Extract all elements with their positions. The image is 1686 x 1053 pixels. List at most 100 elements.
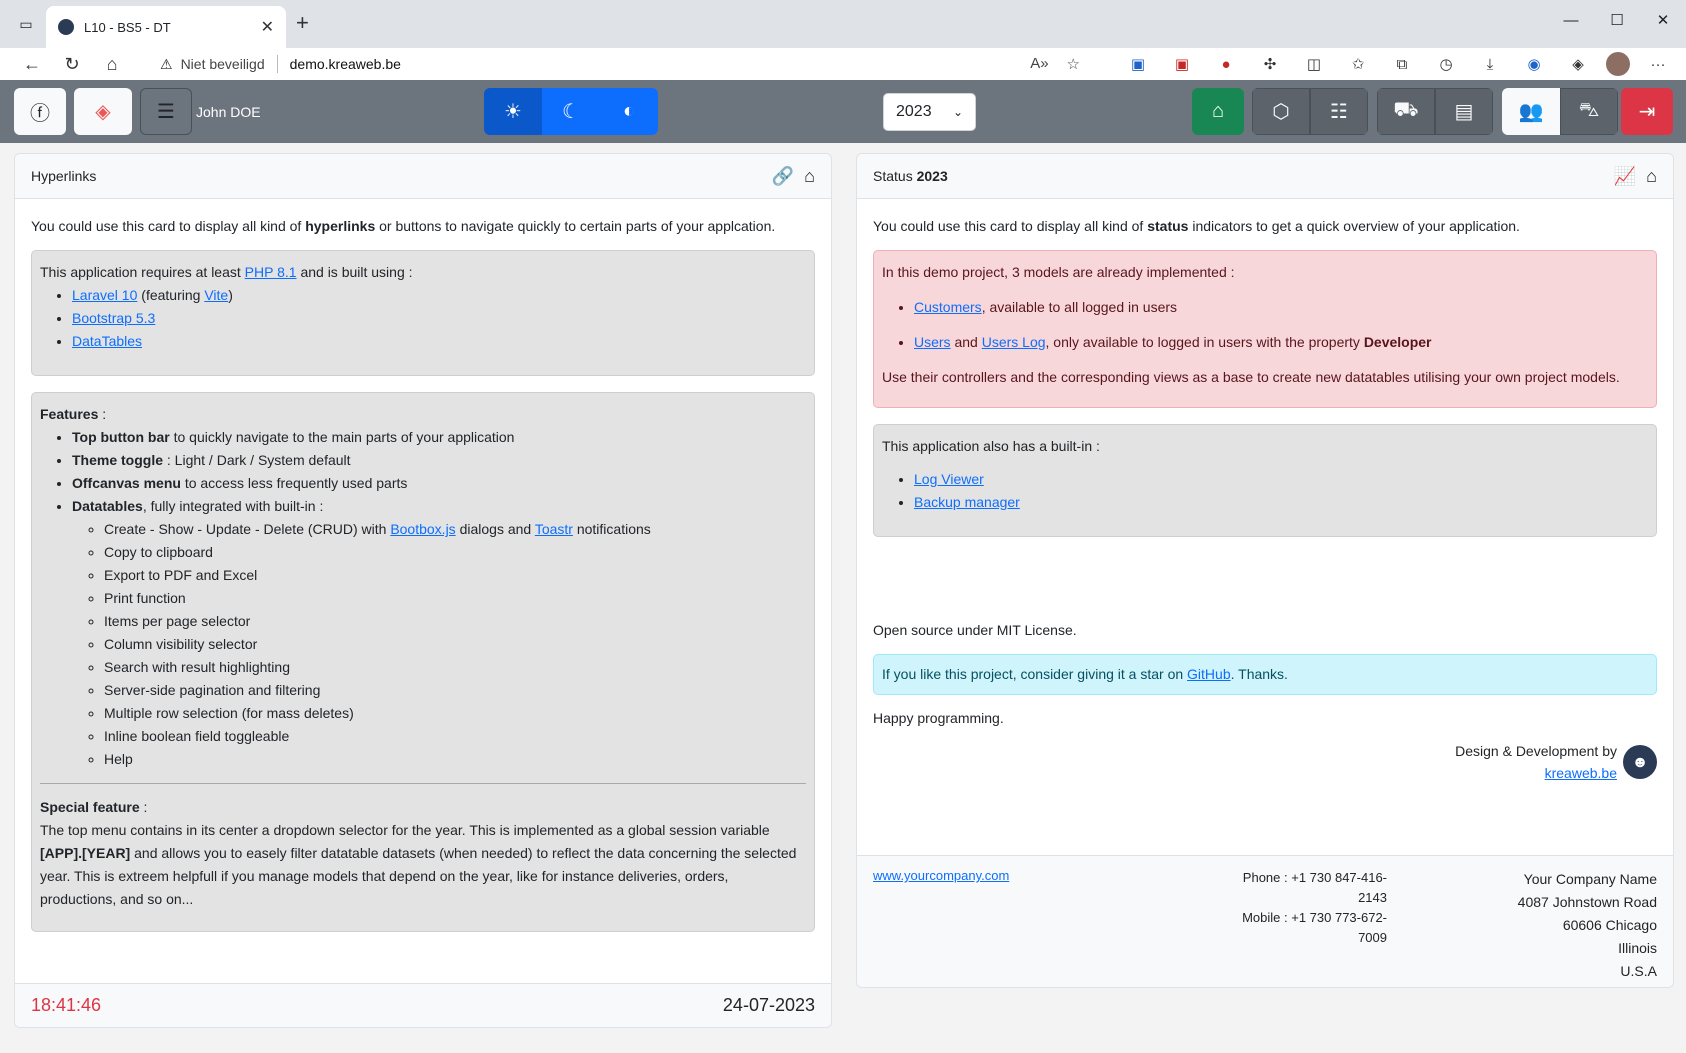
read-aloud-icon[interactable]: A» (1030, 55, 1048, 73)
requirements-well: This application requires at least PHP 8… (31, 250, 815, 376)
year-select-value: 2023 (896, 103, 932, 120)
extension-record-icon[interactable]: ▣ (1166, 51, 1198, 77)
card-body: You could use this card to display all k… (15, 199, 831, 948)
back-icon[interactable]: ← (12, 48, 52, 80)
address-line: 60606 Chicago (1562, 917, 1657, 933)
products-button[interactable]: ⬡ (1252, 88, 1310, 135)
card-footer: 18:41:46 24-07-2023 (15, 983, 831, 1027)
edge-icon[interactable]: ◉ (1518, 51, 1550, 77)
address-line: 4087 Johnstown Road (1517, 894, 1657, 910)
browser-essentials-icon[interactable]: ◈ (1562, 51, 1594, 77)
sun-icon: ☀ (504, 101, 522, 123)
hyperlinks-card: Hyperlinks 🔗 ⌂ You could use this card t… (14, 153, 832, 1028)
url-text[interactable]: demo.kreaweb.be (290, 56, 1031, 72)
list-item: Theme toggle : Light / Dark / System def… (72, 449, 806, 472)
tab-close-icon[interactable]: ✕ (261, 17, 274, 37)
kreaweb-link[interactable]: kreaweb.be (1545, 765, 1617, 781)
clock-text: 18:41:46 (31, 995, 102, 1015)
refresh-icon[interactable]: ↻ (52, 48, 92, 80)
address-line: U.S.A (1620, 963, 1657, 979)
list-item: Help (104, 748, 806, 771)
credit-block: Design & Development by kreaweb.be ☻ (873, 740, 1657, 784)
statistics-button[interactable]: ▤ (1435, 88, 1493, 135)
deliveries-users-button[interactable]: ⛍ (1560, 88, 1618, 135)
facebook-button[interactable]: ⓕ (14, 88, 66, 135)
system-theme-button[interactable]: ◐ (600, 88, 658, 135)
list-item: Datatables, fully integrated with built-… (72, 495, 806, 771)
design-by-text: Design & Development by (1455, 743, 1617, 759)
tab-actions-icon[interactable]: ▭ (0, 0, 52, 48)
home-button[interactable]: ⌂ (1192, 88, 1244, 135)
browser-tab[interactable]: L10 - BS5 - DT ✕ (46, 6, 286, 48)
company-url-link[interactable]: www.yourcompany.com (873, 868, 1009, 883)
list-item: Create - Show - Update - Delete (CRUD) w… (104, 518, 806, 541)
favorites-icon[interactable]: ✩ (1342, 51, 1374, 77)
demo-text: In this demo project, 3 models are alrea… (882, 264, 1235, 280)
requirements-text: This application requires at least PHP 8… (40, 264, 413, 280)
toastr-link[interactable]: Toastr (535, 521, 573, 537)
maximize-icon[interactable]: ☐ (1594, 0, 1640, 40)
home-icon[interactable]: ⌂ (92, 48, 132, 80)
logout-button[interactable]: ⇥ (1621, 88, 1673, 135)
downloads-icon[interactable]: ⤓ (1474, 51, 1506, 77)
log-viewer-link[interactable]: Log Viewer (914, 471, 984, 487)
close-window-icon[interactable]: ✕ (1640, 0, 1686, 40)
opera-icon[interactable]: ● (1210, 51, 1242, 77)
phone-text: Phone : +1 730 847-416-2143 (1242, 870, 1387, 905)
bootstrap-link[interactable]: Bootstrap 5.3 (72, 310, 155, 326)
extensions-puzzle-icon[interactable]: ✣ (1254, 51, 1286, 77)
nav-group-2: ⛟ ▤ (1377, 88, 1493, 135)
new-tab-icon[interactable]: + (296, 10, 309, 36)
home-icon[interactable]: ⌂ (804, 166, 815, 187)
warning-icon: ⚠ (160, 55, 173, 72)
card-header: Hyperlinks 🔗 ⌂ (15, 154, 831, 199)
card-header: Status 2023 📈 ⌂ (857, 154, 1673, 199)
favorite-star-icon[interactable]: ☆ (1067, 55, 1080, 73)
list-item: Export to PDF and Excel (104, 564, 806, 587)
dark-theme-button[interactable]: ☾ (542, 88, 600, 135)
chart-icon: ▤ (1454, 101, 1474, 123)
offcanvas-menu-button[interactable]: ☰ (140, 88, 192, 135)
backup-manager-link[interactable]: Backup manager (914, 494, 1020, 510)
profile-avatar[interactable] (1606, 52, 1630, 76)
extension-f-icon[interactable]: ▣ (1122, 51, 1154, 77)
list-item: Items per page selector (104, 610, 806, 633)
github-link[interactable]: GitHub (1187, 666, 1231, 682)
datatables-link[interactable]: DataTables (72, 333, 142, 349)
minimize-icon[interactable]: — (1548, 0, 1594, 40)
tree-button[interactable]: ☷ (1310, 88, 1368, 135)
sitemap-icon: ☷ (1330, 101, 1348, 123)
customers-link[interactable]: Customers (914, 299, 982, 315)
laravel-link[interactable]: Laravel 10 (72, 287, 137, 303)
home-icon[interactable]: ⌂ (1646, 166, 1657, 187)
kreaweb-logo-icon: ☻ (1623, 745, 1657, 779)
truck-icon: ⛟ (1393, 99, 1419, 121)
collections-icon[interactable]: ⧉ (1386, 51, 1418, 77)
users-link[interactable]: Users (914, 334, 951, 350)
security-label: Niet beveiligd (180, 56, 265, 72)
built-with-list: Laravel 10 (featuring Vite) Bootstrap 5.… (40, 284, 806, 353)
chart-area-icon[interactable]: 📈 (1614, 166, 1636, 187)
list-item: Top button bar to quickly navigate to th… (72, 426, 806, 449)
dolly-icon: ⛍ (1578, 99, 1600, 121)
users-log-link[interactable]: Users Log (982, 334, 1046, 350)
features-well: Features : Top button bar to quickly nav… (31, 392, 815, 932)
customers-button[interactable]: 👥 (1502, 88, 1560, 135)
bootbox-link[interactable]: Bootbox.js (390, 521, 455, 537)
php-link[interactable]: PHP 8.1 (245, 264, 297, 280)
light-theme-button[interactable]: ☀ (484, 88, 542, 135)
split-screen-icon[interactable]: ◫ (1298, 51, 1330, 77)
mobile-text: Mobile : +1 730 773-672-7009 (1242, 910, 1387, 945)
deliveries-button[interactable]: ⛟ (1377, 88, 1435, 135)
address-block: Your Company Name 4087 Johnstown Road 60… (1518, 868, 1657, 983)
builtin-text: This application also has a built-in : (882, 438, 1100, 454)
link-icon[interactable]: 🔗 (772, 166, 794, 187)
laravel-button[interactable]: ◈ (74, 88, 132, 135)
license-text: Open source under MIT License. (873, 622, 1077, 638)
more-menu-icon[interactable]: ··· (1642, 51, 1674, 77)
models-list: Customers, available to all logged in us… (882, 296, 1648, 354)
history-icon[interactable]: ◷ (1430, 51, 1462, 77)
address-bar[interactable]: ⚠ Niet beveiligd demo.kreaweb.be A» ☆ (148, 48, 1092, 80)
year-select[interactable]: 2023 ⌄ (883, 93, 976, 131)
vite-link[interactable]: Vite (204, 287, 228, 303)
